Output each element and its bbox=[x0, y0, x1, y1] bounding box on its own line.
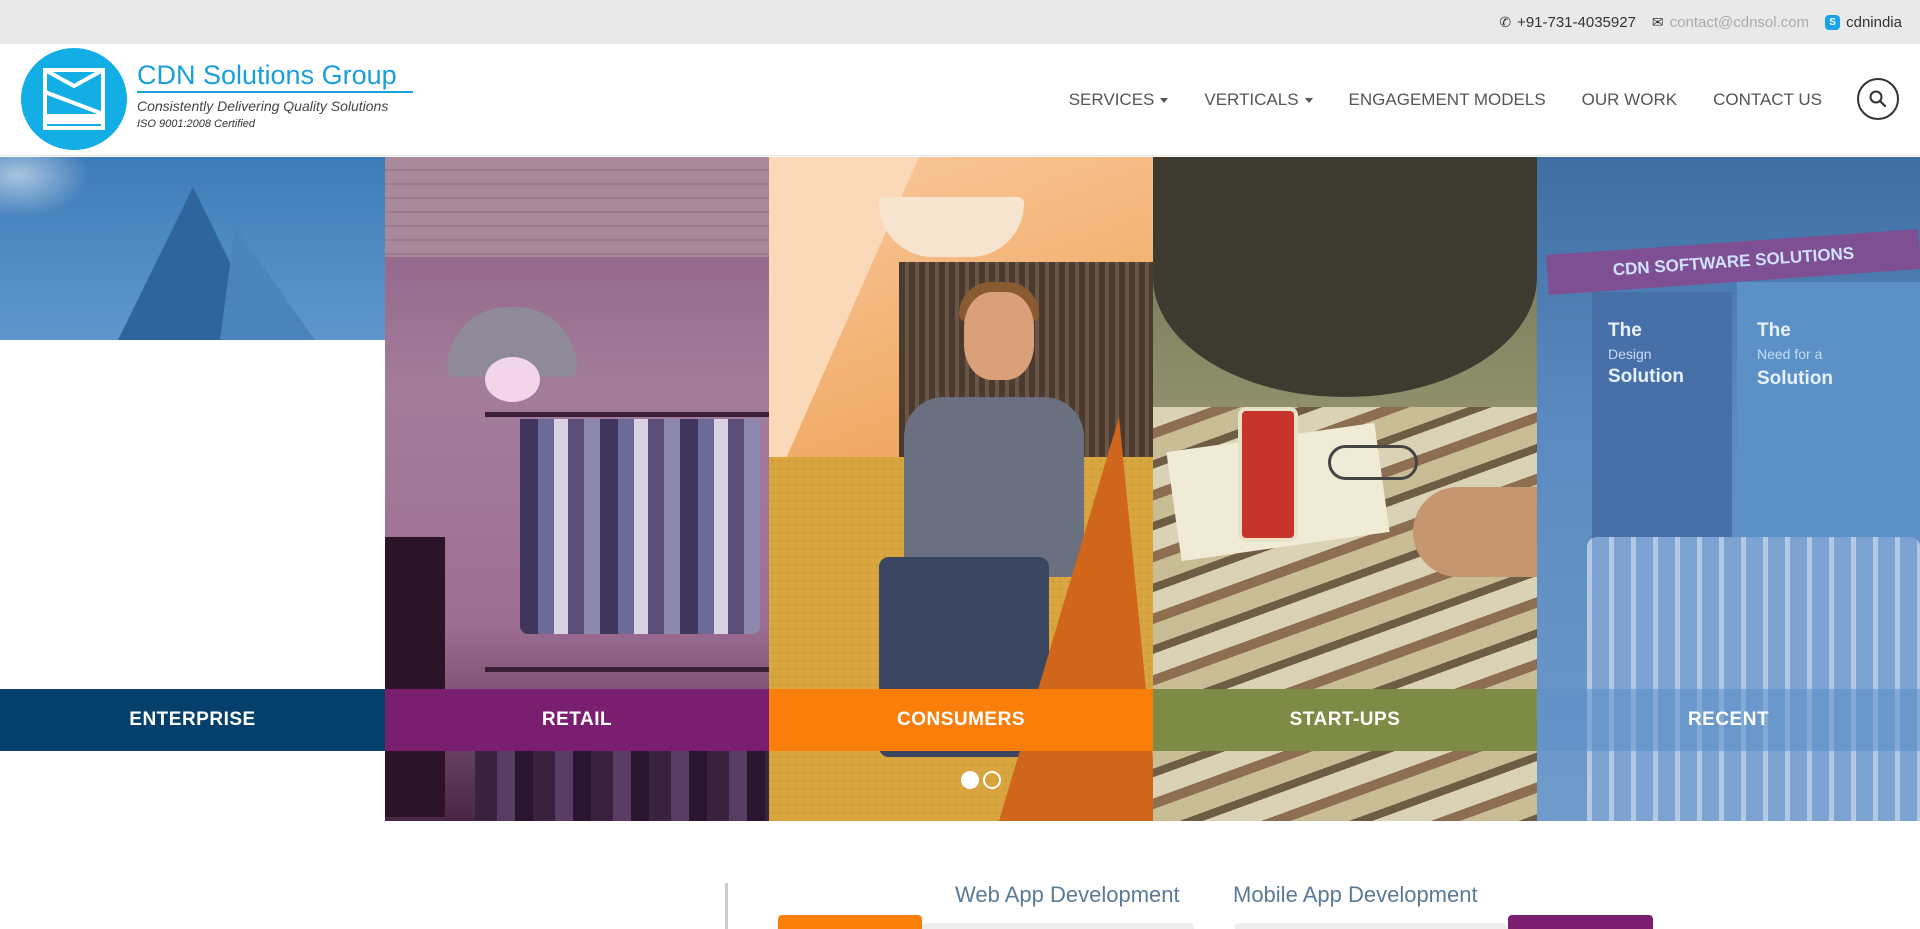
panel-label-recent[interactable]: RECENT bbox=[1537, 689, 1920, 751]
clothes-rail bbox=[485, 412, 769, 417]
main-nav: SERVICES VERTICALS ENGAGEMENT MODELS OUR… bbox=[1069, 44, 1822, 156]
brand-block[interactable]: CDN Solutions Group Consistently Deliver… bbox=[137, 60, 413, 133]
email-contact[interactable]: ✉ contact@cdnsol.com bbox=[1652, 14, 1809, 31]
panel-label-retail[interactable]: RETAIL bbox=[385, 689, 769, 751]
brand-certification: ISO 9001:2008 Certified bbox=[137, 118, 256, 130]
clothes-rack bbox=[475, 751, 769, 821]
brand-name: CDN Solutions Group bbox=[137, 60, 397, 90]
panel-consumers[interactable]: CONSUMERS bbox=[769, 157, 1153, 821]
panel-label-consumers[interactable]: CONSUMERS bbox=[769, 689, 1153, 751]
hand-shape bbox=[1413, 487, 1537, 577]
nav-engagement-models-label: ENGAGEMENT MODELS bbox=[1348, 90, 1546, 109]
wall-title: Solution bbox=[1608, 366, 1684, 387]
panel-start-ups[interactable]: START-UPS bbox=[1153, 157, 1537, 821]
search-button[interactable] bbox=[1857, 78, 1899, 120]
clothes-rail bbox=[485, 667, 769, 672]
section-divider bbox=[725, 883, 728, 929]
email-address: contact@cdnsol.com bbox=[1669, 13, 1810, 31]
caret-down-icon bbox=[1304, 97, 1313, 103]
nav-services[interactable]: SERVICES bbox=[1069, 90, 1169, 110]
nav-contact-us-label: CONTACT US bbox=[1713, 90, 1822, 109]
hero-slider: ENTERPRISE RETAIL CONSUMERS START-UPS CD… bbox=[0, 157, 1920, 821]
web-app-underline bbox=[922, 923, 1194, 929]
web-app-accent-bar bbox=[778, 915, 922, 929]
wall-title: The bbox=[1757, 320, 1791, 341]
logo[interactable] bbox=[21, 48, 127, 150]
bulb-shape bbox=[485, 357, 540, 402]
person-shape bbox=[964, 292, 1034, 380]
panel-retail[interactable]: RETAIL bbox=[385, 157, 769, 821]
nav-contact-us[interactable]: CONTACT US bbox=[1713, 90, 1822, 110]
panel-label-enterprise[interactable]: ENTERPRISE bbox=[0, 689, 385, 751]
phone-icon: ✆ bbox=[1499, 13, 1512, 30]
skype-id: cdnindia bbox=[1846, 13, 1902, 31]
coat-shape bbox=[385, 537, 445, 817]
recent-wall: The Need for a Solution bbox=[1737, 282, 1920, 542]
stripe-shape bbox=[999, 417, 1153, 821]
nav-verticals[interactable]: VERTICALS bbox=[1204, 90, 1313, 110]
startups-image bbox=[1153, 157, 1537, 397]
top-contact-bar: ✆ +91-731-4035927 ✉ contact@cdnsol.com S… bbox=[0, 0, 1920, 44]
logo-mark-icon bbox=[43, 68, 105, 130]
mobile-app-accent-bar bbox=[1508, 915, 1653, 929]
nav-our-work[interactable]: OUR WORK bbox=[1582, 90, 1677, 110]
slider-dot-1[interactable] bbox=[961, 771, 979, 789]
building-shape bbox=[220, 227, 315, 340]
cloud-shape bbox=[0, 157, 90, 217]
search-icon bbox=[1869, 90, 1887, 108]
clothes-rack bbox=[520, 419, 760, 634]
glass-shape bbox=[1238, 407, 1298, 542]
panel-recent[interactable]: CDN SOFTWARE SOLUTIONS The Design Soluti… bbox=[1537, 157, 1920, 821]
slider-dot-2[interactable] bbox=[983, 771, 1001, 789]
nav-services-label: SERVICES bbox=[1068, 90, 1155, 109]
tab-mobile-app-development[interactable]: Mobile App Development bbox=[1233, 882, 1478, 908]
skype-icon: S bbox=[1825, 14, 1841, 30]
nav-our-work-label: OUR WORK bbox=[1581, 90, 1678, 109]
furniture-shape bbox=[1587, 537, 1920, 821]
wall-subtitle: Design bbox=[1608, 346, 1652, 362]
wall-title: The bbox=[1608, 320, 1642, 341]
nav-verticals-label: VERTICALS bbox=[1204, 90, 1299, 109]
retail-image bbox=[385, 157, 769, 257]
brand-underline bbox=[137, 91, 413, 93]
glasses-shape bbox=[1328, 445, 1418, 480]
caret-down-icon bbox=[1160, 97, 1169, 103]
mobile-app-underline bbox=[1235, 923, 1507, 929]
wall-title: Solution bbox=[1757, 368, 1833, 389]
site-header: CDN Solutions Group Consistently Deliver… bbox=[0, 44, 1920, 156]
phone-number: +91-731-4035927 bbox=[1517, 13, 1636, 31]
brand-tagline: Consistently Delivering Quality Solution… bbox=[137, 98, 389, 114]
recent-wall: The Design Solution bbox=[1592, 292, 1732, 542]
panel-label-start-ups[interactable]: START-UPS bbox=[1153, 689, 1537, 751]
slider-pagination bbox=[961, 771, 1001, 789]
phone-contact[interactable]: ✆ +91-731-4035927 bbox=[1499, 14, 1636, 31]
skype-contact[interactable]: S cdnindia bbox=[1825, 14, 1902, 31]
nav-engagement-models[interactable]: ENGAGEMENT MODELS bbox=[1349, 90, 1546, 110]
wall-subtitle: Need for a bbox=[1757, 346, 1823, 362]
envelope-icon: ✉ bbox=[1651, 13, 1664, 30]
panel-enterprise[interactable]: ENTERPRISE bbox=[0, 157, 385, 821]
tab-web-app-development[interactable]: Web App Development bbox=[955, 882, 1180, 908]
